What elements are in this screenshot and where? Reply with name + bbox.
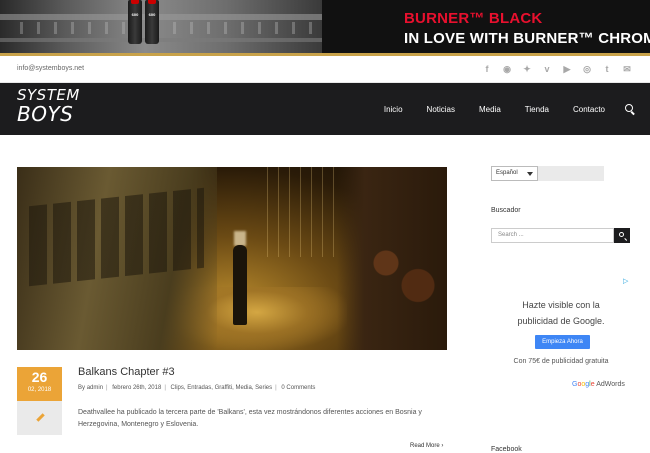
search-icon [619,232,624,237]
post-meta: By admin | febrero 26th, 2018 | Clips, Ent… [78,385,315,391]
meta-separator: | [164,385,166,391]
logo-line-1: SYSTEM [17,86,80,104]
rss-icon[interactable]: ◉ [501,63,513,75]
meta-author-link[interactable]: admin [87,385,103,391]
spray-can: 600 [145,0,159,44]
ad-line-1: Hazte visible con la [522,300,600,310]
language-switcher: Español [491,166,604,181]
banner-beam [0,14,322,20]
banner-rivets [6,22,316,34]
post-title[interactable]: Balkans Chapter #3 [78,366,175,378]
post-format-box [17,401,62,435]
meta-categories[interactable]: Clips, Entradas, Graffiti, Media, Series [171,385,273,391]
post-excerpt: Deathvallee ha publicado la tercera part… [78,409,422,428]
logo-adwords: AdWords [594,381,625,388]
banner-photo: 600 600 [0,0,322,56]
nav-item-inicio[interactable]: Inicio [384,105,403,114]
meta-by: By [78,385,86,391]
social-links: f ◉ ✦ v ▶ ◎ t ✉ [481,63,633,75]
nav-item-noticias[interactable]: Noticias [427,105,455,114]
logo-line-2: BOYS [17,102,74,126]
language-select[interactable]: Español [491,166,538,181]
youtube-icon[interactable]: ▶ [561,63,573,75]
post-month-year: 02, 2018 [27,387,52,393]
meta-comments-link[interactable]: 0 Comments [281,385,315,391]
banner-headline: BURNER™ BLACK [404,10,543,27]
facebook-widget-title: Facebook [491,446,522,453]
nav-item-contacto[interactable]: Contacto [573,105,605,114]
contact-bar: info@systemboys.net f ◉ ✦ v ▶ ◎ t ✉ [0,56,650,83]
meta-separator: | [106,385,108,391]
meta-separator: | [275,385,277,391]
nav-item-tienda[interactable]: Tienda [525,105,549,114]
twitter-icon[interactable]: ✦ [521,63,533,75]
nav-item-media[interactable]: Media [479,105,501,114]
ad-cta-button[interactable]: Empieza Ahora [535,335,590,349]
chevron-down-icon [527,172,533,176]
facebook-icon[interactable]: f [481,63,493,75]
meta-date: febrero 26th, 2018 [112,385,162,391]
page: 600 600 BURNER™ BLACK IN LOVE WITH BURNE… [0,0,650,453]
hero-person [233,245,247,325]
spray-can-cap [148,0,156,4]
banner-beam-lower [0,38,322,42]
search-button[interactable] [614,228,630,243]
spray-can-label: 600 [131,12,139,17]
search-icon[interactable] [625,104,635,114]
read-more-link[interactable]: Read More › [410,443,443,449]
spray-can-cap [131,0,139,4]
spray-can: 600 [128,0,142,44]
post-date-box: 26 02, 2018 [17,367,62,401]
banner-ad[interactable]: 600 600 BURNER™ BLACK IN LOVE WITH BURNE… [0,0,650,56]
hero-fence [257,167,337,257]
ad-line-2: publicidad de Google. [517,316,605,326]
banner-subline: IN LOVE WITH BURNER™ CHROME [404,30,650,47]
main-nav: SYSTEM BOYS Inicio Noticias Media Tienda… [0,83,650,135]
hero-graffiti [362,227,442,317]
instagram-icon[interactable]: ◎ [581,63,593,75]
spray-can-label: 600 [148,12,156,17]
vimeo-icon[interactable]: v [541,63,553,75]
post-featured-image[interactable] [17,167,447,350]
site-logo[interactable]: SYSTEM BOYS [17,86,80,130]
nav-menu: Inicio Noticias Media Tienda Contacto [360,83,635,135]
adchoices-icon[interactable]: ▷ [623,277,628,285]
language-selected: Español [496,170,518,176]
search-widget-title: Buscador [491,207,521,214]
email-icon[interactable]: ✉ [621,63,633,75]
post-day: 26 [31,369,48,385]
pencil-icon [35,413,44,422]
tumblr-icon[interactable]: t [601,63,613,75]
contact-email-link[interactable]: info@systemboys.net [17,65,84,72]
google-adwords-logo: Google AdWords [572,381,625,388]
search-input[interactable]: Search ... [491,228,614,243]
ad-subtext: Con 75€ de publicidad gratuita [513,358,609,365]
hero-person-head [234,231,246,246]
